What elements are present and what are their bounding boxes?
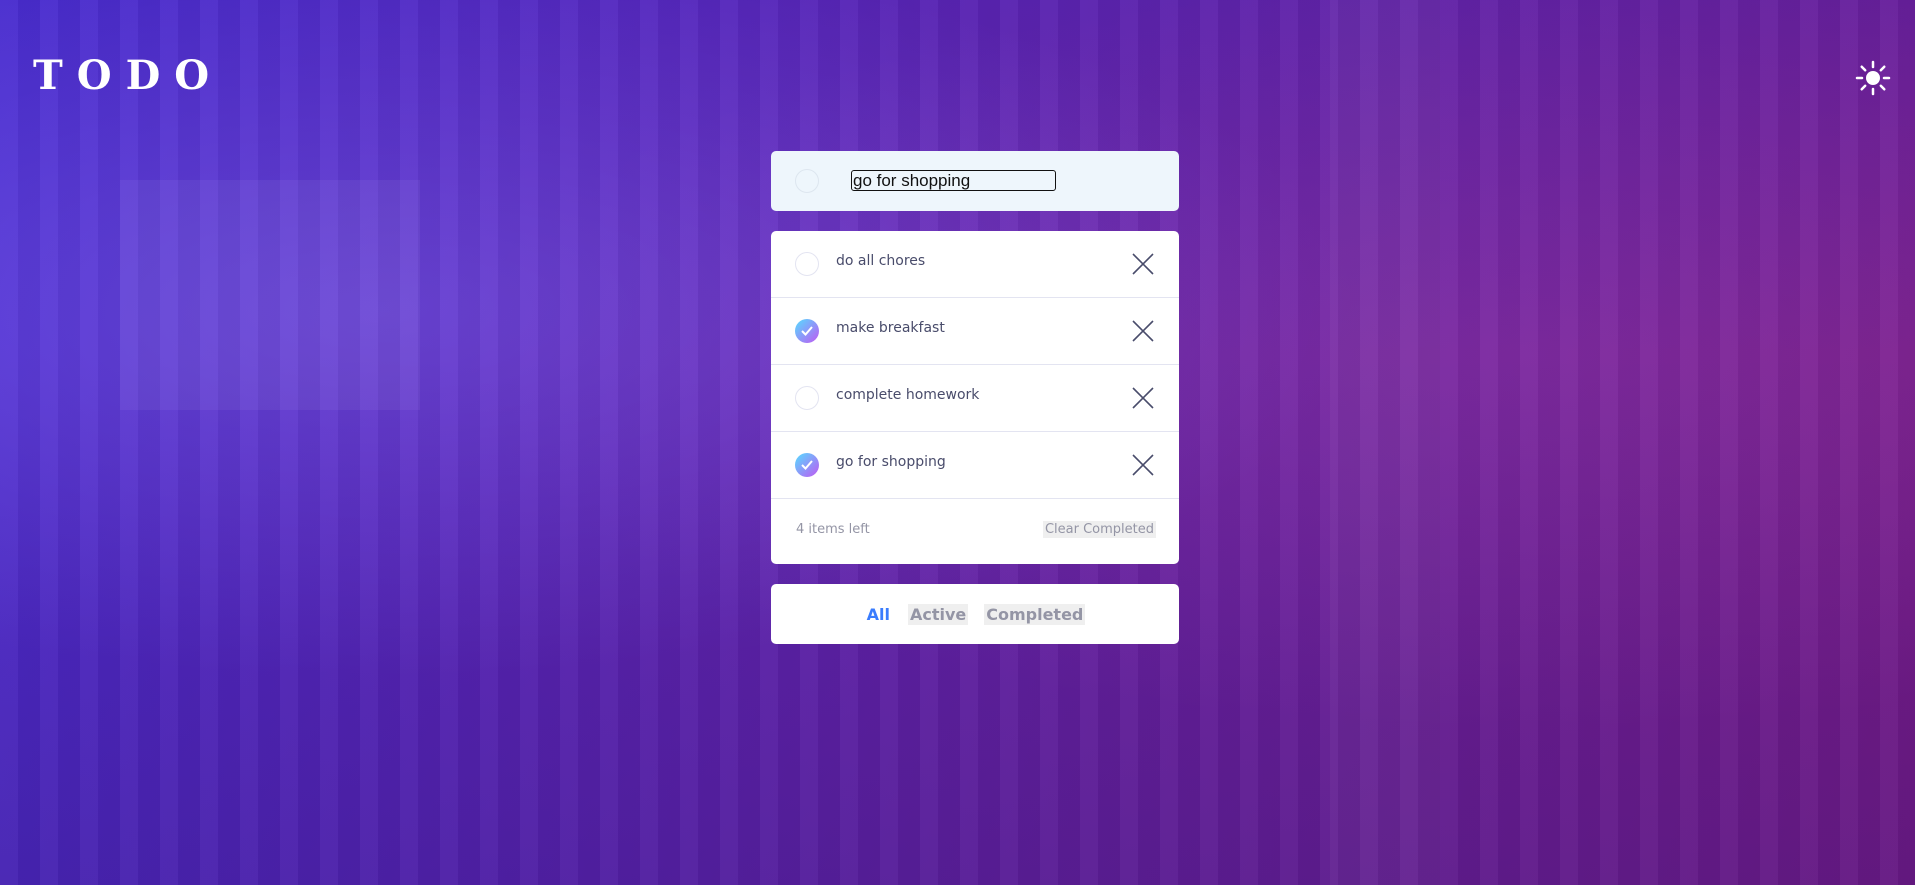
- todo-label[interactable]: do all chores: [836, 253, 925, 269]
- todo-label[interactable]: complete homework: [836, 387, 979, 403]
- close-icon[interactable]: [1131, 252, 1155, 276]
- todo-item: go for shopping: [771, 432, 1179, 499]
- todo-checkbox-checked[interactable]: [795, 319, 819, 343]
- new-todo-checkbox[interactable]: [795, 169, 819, 193]
- check-icon: [801, 326, 813, 336]
- background-decoration: [120, 180, 420, 410]
- todo-checkbox-checked[interactable]: [795, 453, 819, 477]
- close-icon[interactable]: [1131, 319, 1155, 343]
- filter-completed-button[interactable]: Completed: [984, 603, 1086, 625]
- clear-completed-button[interactable]: Clear Completed: [1042, 521, 1156, 538]
- app-title: TODO: [33, 52, 224, 99]
- filter-bar: All Active Completed: [771, 584, 1179, 644]
- todo-item: do all chores: [771, 231, 1179, 298]
- close-icon[interactable]: [1131, 453, 1155, 477]
- sun-icon: [1855, 60, 1891, 96]
- list-footer: 4 items left Clear Completed: [771, 499, 1179, 564]
- todo-checkbox[interactable]: [795, 252, 819, 276]
- filter-all-button[interactable]: All: [865, 604, 892, 625]
- new-todo-bar: [771, 151, 1179, 211]
- theme-toggle-button[interactable]: [1855, 60, 1891, 96]
- background-decoration: [1330, 0, 1440, 885]
- check-icon: [801, 460, 813, 470]
- todo-label[interactable]: make breakfast: [836, 320, 945, 336]
- todo-label[interactable]: go for shopping: [836, 454, 946, 470]
- close-icon[interactable]: [1131, 386, 1155, 410]
- items-left-count: 4 items left: [796, 522, 870, 537]
- todo-item: complete homework: [771, 365, 1179, 432]
- todo-item: make breakfast: [771, 298, 1179, 365]
- filter-active-button[interactable]: Active: [907, 603, 969, 625]
- todo-checkbox[interactable]: [795, 386, 819, 410]
- todo-list: do all chores make breakfast complete ho…: [771, 231, 1179, 564]
- new-todo-input[interactable]: [851, 170, 1056, 191]
